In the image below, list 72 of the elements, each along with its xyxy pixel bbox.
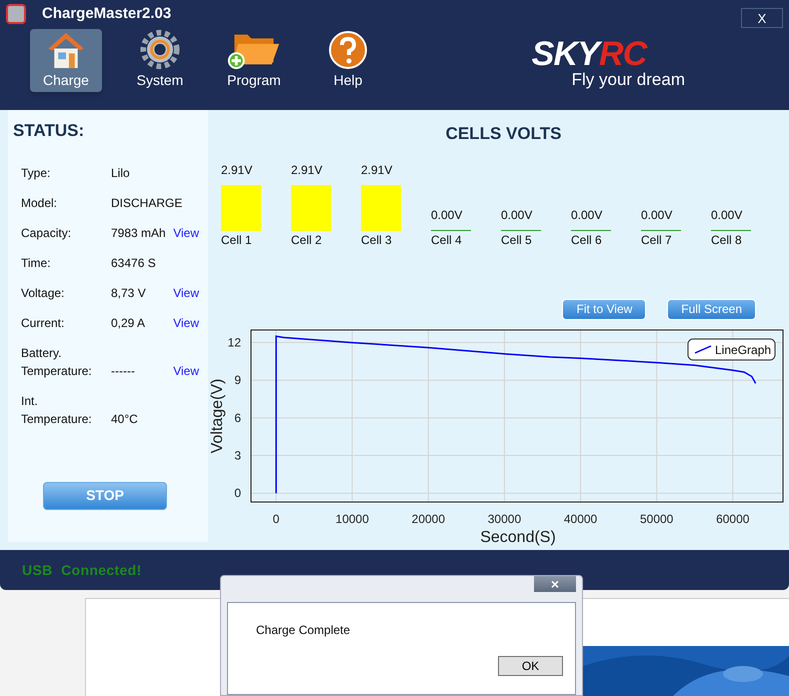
view-link[interactable]: View <box>173 362 199 380</box>
brand-logo: SKYRC <box>532 37 648 71</box>
cell-voltage: 0.00V <box>711 206 744 224</box>
cell-bar <box>221 184 261 230</box>
cell-label: Cell 4 <box>431 232 463 248</box>
x-tick-label: 0 <box>272 512 280 526</box>
dialog-close-button[interactable]: × <box>534 576 576 592</box>
cell-voltage: 0.00V <box>641 206 674 224</box>
window-title: ChargeMaster2.03 <box>42 4 172 24</box>
cell-label: Cell 5 <box>501 232 533 248</box>
cell-label: Cell 1 <box>221 232 253 248</box>
status-label: Battery. Temperature: <box>20 344 93 380</box>
cell-label: Cell 7 <box>641 232 673 248</box>
x-axis-title: Second(S) <box>480 528 556 546</box>
cell-voltage: 0.00V <box>501 206 534 224</box>
app-icon <box>6 4 26 24</box>
cell-label: Cell 6 <box>571 232 603 248</box>
close-button[interactable]: X <box>741 8 783 28</box>
status-title: STATUS: <box>13 120 86 142</box>
cell-label: Cell 3 <box>361 232 393 248</box>
y-tick-label: 12 <box>228 335 241 350</box>
status-value: 40°C <box>111 410 138 428</box>
status-value: 8,73 V <box>111 284 146 302</box>
nav-tab[interactable]: Charge <box>30 29 102 92</box>
cell-label: Cell 8 <box>711 232 743 248</box>
status-label: Time: <box>20 254 52 272</box>
x-tick-label: 10000 <box>336 512 369 526</box>
status-label: Type: <box>20 164 52 182</box>
y-tick-label: 3 <box>234 448 241 462</box>
nav-tab[interactable]: System <box>124 29 196 92</box>
ok-button[interactable]: OK <box>498 656 563 676</box>
dialog-message: Charge Complete <box>256 622 352 639</box>
status-label: Current: <box>20 314 66 332</box>
cell-bar <box>361 184 401 230</box>
status-label: Voltage: <box>20 284 66 302</box>
status-value: DISCHARGE <box>111 194 182 212</box>
legend-label: LineGraph <box>715 342 772 356</box>
cell-voltage: 2.91V <box>291 162 324 178</box>
y-tick-label: 6 <box>234 410 241 424</box>
x-tick-label: 20000 <box>412 512 446 526</box>
status-value: 63476 S <box>111 254 156 272</box>
view-link[interactable]: View <box>173 284 199 302</box>
connection-status: USB Connected! <box>22 560 142 580</box>
cell-voltage: 0.00V <box>431 206 464 224</box>
status-value: 0,29 A <box>111 314 146 332</box>
legend: LineGraph <box>688 338 776 360</box>
status-value: ------ <box>111 362 135 380</box>
cell-voltage: 2.91V <box>361 162 394 178</box>
nav-tab[interactable]: Program <box>218 29 290 92</box>
y-tick-label: 0 <box>234 486 241 500</box>
x-tick-label: 40000 <box>564 512 598 526</box>
cell-voltage: 2.91V <box>221 162 254 178</box>
cell-label: Cell 2 <box>291 232 323 248</box>
status-value: 7983 mAh <box>111 224 166 242</box>
brand-slogan: Fly your dream <box>572 71 685 88</box>
view-link[interactable]: View <box>173 224 199 242</box>
status-label: Model: <box>20 194 58 212</box>
gear-icon <box>138 29 182 70</box>
cell-bar <box>291 184 331 230</box>
status-label: Capacity: <box>20 224 72 242</box>
y-axis-title: Voltage(V) <box>209 378 226 453</box>
help-icon <box>328 30 368 70</box>
view-link[interactable]: View <box>173 314 199 332</box>
status-label: Int. Temperature: <box>20 392 93 428</box>
x-tick-label: 30000 <box>488 512 522 526</box>
y-tick-label: 9 <box>234 372 241 387</box>
cell-voltage: 0.00V <box>571 206 604 224</box>
status-value: Lilo <box>111 164 130 182</box>
nav-tab[interactable]: Help <box>312 29 384 92</box>
cells-title: CELLS VOLTS <box>446 123 562 145</box>
x-tick-label: 50000 <box>640 512 674 526</box>
x-tick-label: 60000 <box>716 512 750 526</box>
